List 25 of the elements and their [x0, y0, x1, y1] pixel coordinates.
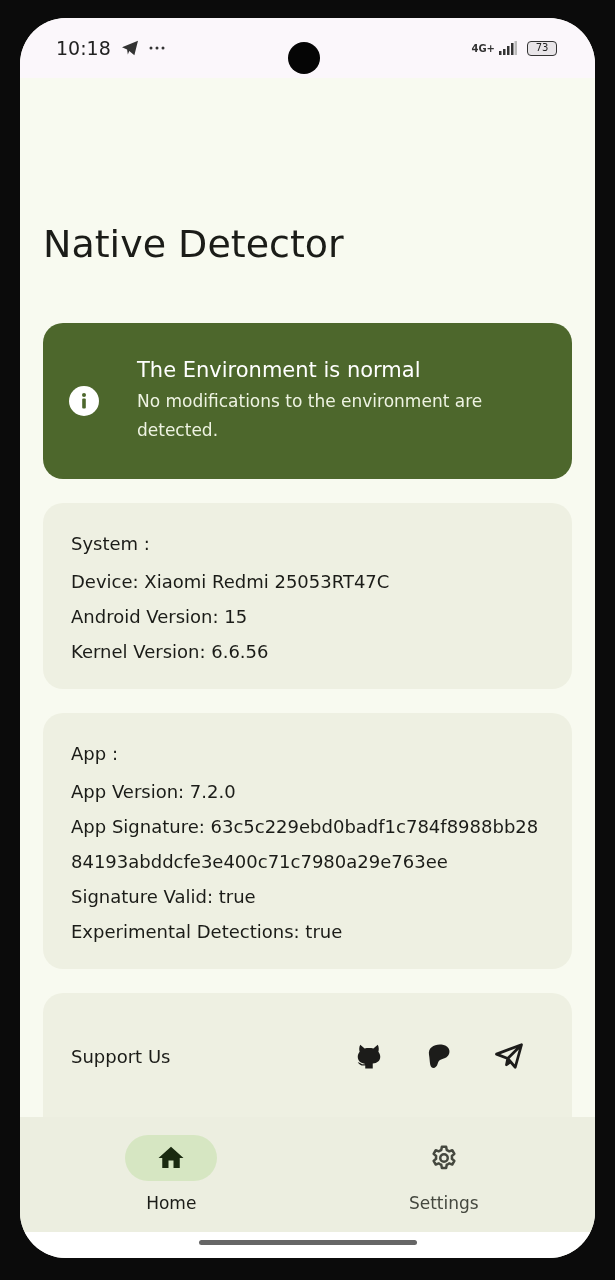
network-label: 4G+ [471, 42, 495, 54]
info-text: App Signature: 63c5c229ebd0badf1c784f8988bb2884193abddcfe3e400c71c7980a29e763ee [71, 815, 540, 874]
battery-level: 73 [535, 43, 549, 53]
info-text: Signature Valid: true [71, 885, 257, 909]
clock: 10:18 [56, 37, 111, 59]
info-icon [69, 386, 99, 416]
support-label: Support Us [71, 1045, 171, 1067]
signal-icon [499, 41, 517, 55]
tab-label[interactable]: Home [146, 1193, 197, 1213]
info-text: Kernel Version: 6.6.56 [71, 640, 270, 664]
banner-title: The Environment is normal [137, 357, 422, 382]
info-text: Device: Xiaomi Redmi 25053RT47C [71, 570, 391, 594]
card-heading: App : [71, 743, 119, 764]
tab-label[interactable]: Settings [408, 1193, 479, 1213]
info-text: App Version: 7.2.0 [71, 780, 237, 804]
banner-message: No modifications to the environment are detected. [137, 389, 484, 442]
camera-hole [288, 42, 320, 74]
info-text: Android Version: 15 [71, 605, 249, 629]
home-tab[interactable] [125, 1135, 218, 1181]
card-heading: System : [71, 533, 151, 554]
paper-plane-icon [120, 40, 139, 56]
paper-plane-icon[interactable] [494, 1041, 524, 1071]
app-title: Native Detector [43, 221, 345, 268]
info-text: Experimental Detections: true [71, 920, 344, 944]
more-icon [148, 46, 165, 50]
